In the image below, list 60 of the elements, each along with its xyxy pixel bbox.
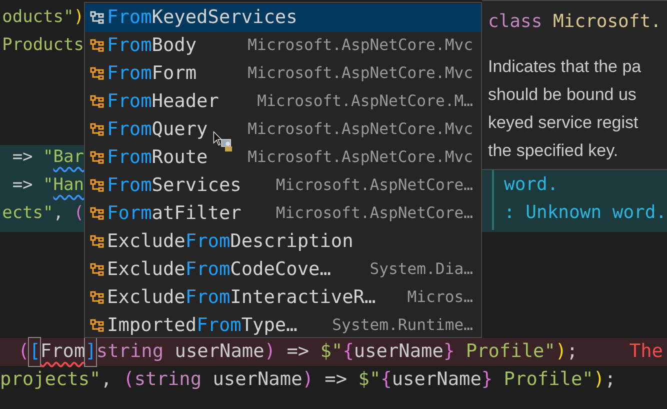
hover-message: : Unknown word.: [504, 200, 667, 224]
suggestion-detail: Microsoft.AspNetCore.Mvc: [248, 147, 473, 168]
inline-error-message: The: [629, 338, 667, 366]
description-text: Indicates that the pa: [488, 56, 642, 78]
class-icon: [90, 235, 104, 249]
suggestion-item[interactable]: FromRoute Microsoft.AspNetCore.Mvc: [85, 144, 481, 172]
suggestion-item[interactable]: FromServices Microsoft.AspNetCore…: [85, 172, 481, 200]
suggestion-detail: Micros…: [407, 287, 473, 308]
suggestion-label: FromForm: [107, 62, 197, 86]
suggestion-label: FormatFilter: [107, 202, 242, 226]
class-icon: [90, 67, 104, 81]
class-icon: [90, 123, 104, 137]
suggestion-detail: System.Dia…: [370, 259, 473, 280]
suggestion-label: ExcludeFromCodeCove…: [107, 258, 331, 282]
suggestion-detail: Microsoft.AspNetCore.Mvc: [248, 63, 473, 84]
code-line: oducts"): [2, 6, 84, 30]
class-icon: [90, 95, 104, 109]
suggestion-label: FromKeyedServices: [107, 6, 298, 30]
code-line: Products: [2, 34, 84, 58]
suggestion-item[interactable]: ExcludeFromInteractiveR… Micros…: [85, 284, 481, 312]
suggestion-detail: Microsoft.AspNetCore.M…: [257, 91, 473, 112]
class-icon: [90, 179, 104, 193]
suggestion-item[interactable]: ImportedFromType… System.Runtime…: [85, 312, 481, 340]
suggestion-item[interactable]: FromHeader Microsoft.AspNetCore.M…: [85, 88, 481, 116]
suggestion-label: ExcludeFromDescription: [107, 230, 354, 254]
description-text: keyed service regist: [488, 112, 640, 134]
description-text: the specified key.: [488, 140, 620, 162]
suggestion-item[interactable]: FormatFilter Microsoft.AspNetCore…: [85, 200, 481, 228]
suggestion-detail: Microsoft.AspNetCore…: [276, 203, 473, 224]
suggestion-item[interactable]: FromQuery Microsoft.AspNetCore.Mvc: [85, 116, 481, 144]
suggestion-label: FromQuery: [107, 118, 208, 142]
class-icon: [90, 291, 104, 305]
suggestion-label: ExcludeFromInteractiveR…: [107, 286, 376, 310]
suggestion-detail: System.Runtime…: [332, 315, 473, 336]
code-line: projects", (string userName) => $"{userName} Profile");: [0, 368, 617, 392]
suggestion-label: ImportedFromType…: [107, 314, 298, 338]
suggestion-item[interactable]: ExcludeFromCodeCove… System.Dia…: [85, 256, 481, 284]
suggestion-label: FromRoute: [107, 146, 208, 170]
type-signature: class Microsoft.: [488, 10, 662, 34]
suggestion-label: FromHeader: [107, 90, 219, 114]
class-icon: [90, 151, 104, 165]
class-icon: [90, 319, 104, 333]
hover-message: word.: [504, 172, 558, 196]
suggestion-item[interactable]: FromForm Microsoft.AspNetCore.Mvc: [85, 60, 481, 88]
code-line: => "Bar: [12, 146, 84, 170]
suggestion-detail: Microsoft.AspNetCore.Mvc: [248, 35, 473, 56]
suggestion-label: FromBody: [107, 34, 197, 58]
code-line: => "Han: [12, 174, 84, 198]
suggestion-label: FromServices: [107, 174, 242, 198]
suggestion-item[interactable]: FromBody Microsoft.AspNetCore.Mvc: [85, 32, 481, 60]
class-icon: [90, 207, 104, 221]
suggestion-detail: Microsoft.AspNetCore.Mvc: [248, 119, 473, 140]
class-icon: [90, 11, 104, 25]
description-text: should be bound us: [488, 84, 638, 106]
code-line: ects", (: [2, 202, 84, 226]
suggestion-item[interactable]: FromKeyedServices: [85, 4, 481, 32]
suggestion-detail: Microsoft.AspNetCore…: [276, 175, 473, 196]
class-icon: [90, 263, 104, 277]
class-icon: [90, 39, 104, 53]
suggestion-item[interactable]: ExcludeFromDescription: [85, 228, 481, 256]
